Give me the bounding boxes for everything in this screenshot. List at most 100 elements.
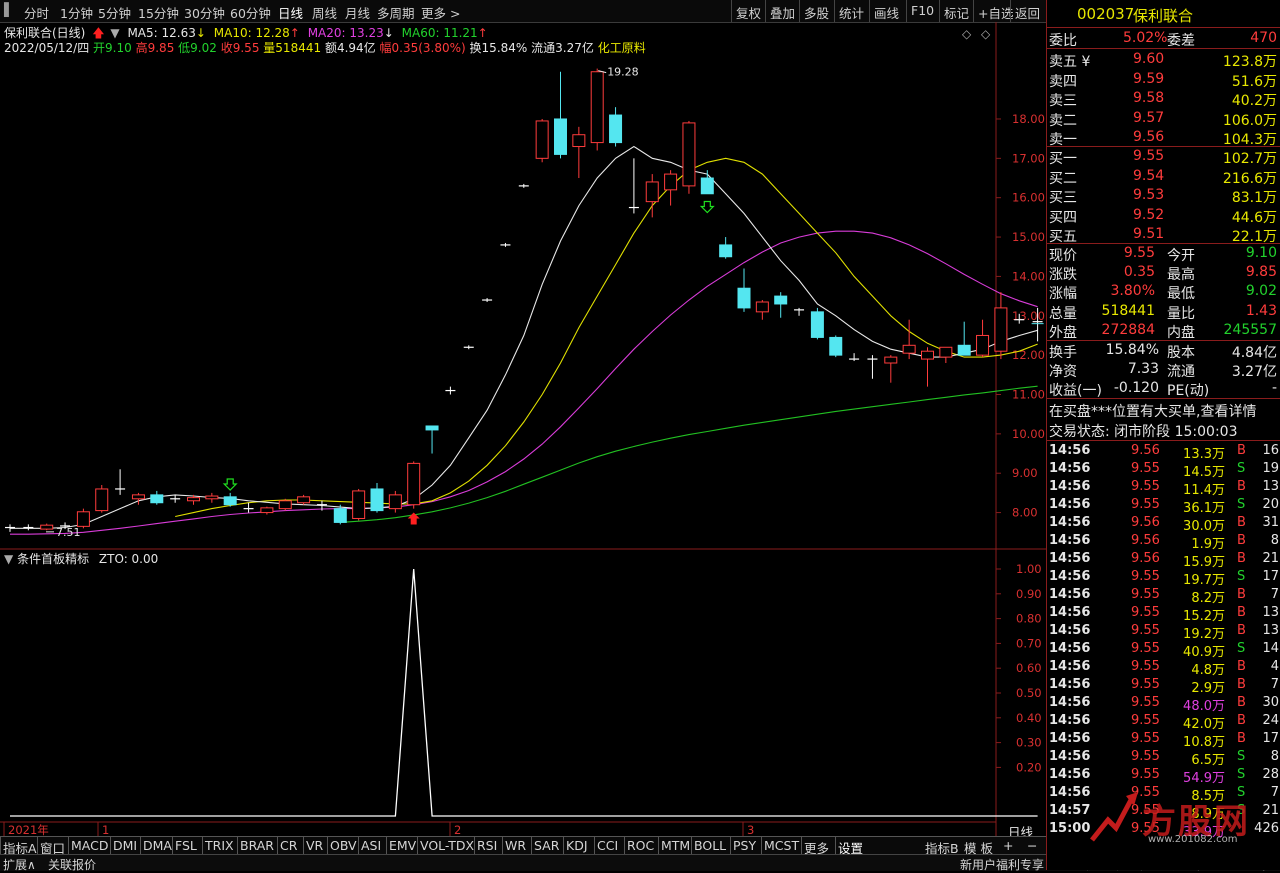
candle-up[interactable] [921,350,934,360]
candle-up[interactable] [76,511,90,527]
indicator-tab-18[interactable]: CCI [597,838,618,853]
tick-row: 14:56 9.55 8.2万 B 7 [1047,586,1280,606]
candle-up[interactable] [902,344,916,354]
promo-link[interactable]: 新用户福利专享 [960,856,1044,873]
candle-down[interactable] [554,118,567,155]
tab-divider [386,837,387,855]
candle-down[interactable] [774,295,788,305]
sub-tick-label: 0.80 [1016,612,1042,626]
indicator-right-tab-3[interactable]: − [1027,838,1037,853]
candle-down[interactable] [737,287,751,309]
indicator-tab-4[interactable]: DMA [143,838,172,853]
indicator-tab-2[interactable]: MACD [71,838,108,853]
tick-count: 16 [1262,443,1279,458]
tab-divider [531,837,532,855]
tick-count: 7 [1270,587,1279,602]
candle-up[interactable] [535,120,549,159]
candle-up[interactable] [297,496,311,504]
big-order-notice[interactable]: 在买盘***位置有大买单,查看详情 [1047,400,1280,420]
candle-up[interactable] [260,507,274,514]
signal-down-arrow-icon [222,478,238,491]
indicator-tab-8[interactable]: CR [280,838,297,853]
indicator-tab-11[interactable]: ASI [361,838,381,853]
candle-down[interactable] [829,336,843,356]
candle-down[interactable] [609,114,623,144]
tick-count: 4 [1270,659,1279,674]
candle-up[interactable] [131,494,145,500]
indicator-tab-5[interactable]: FSL [175,838,197,853]
tick-time: 14:56 [1049,659,1091,674]
tick-count: 21 [1262,551,1279,566]
candle-down[interactable] [810,311,824,338]
indicator-tab-3[interactable]: DMI [113,838,137,853]
expand-button[interactable]: 扩展∧ [3,856,36,873]
tab-divider [594,837,595,855]
candle-up[interactable] [682,122,696,187]
tick-time: 14:56 [1049,767,1091,782]
tick-price: 9.55 [1131,677,1160,692]
candle-down[interactable] [150,494,164,504]
candle-up[interactable] [40,524,54,530]
candle-up[interactable] [884,356,898,364]
tick-price: 9.55 [1131,497,1160,512]
candle-up[interactable] [590,71,604,144]
indicator-tab-12[interactable]: EMV [389,838,416,853]
candle-down[interactable] [333,508,347,523]
diamond-icon[interactable]: ◇ [962,27,972,41]
candle-up[interactable] [278,500,292,510]
candle-up[interactable] [187,497,200,502]
ask-volume: 40.2万 [1231,93,1277,109]
indicator-tab-20[interactable]: MTM [661,838,690,853]
indicator-tab-21[interactable]: BOLL [694,838,726,853]
price-tick-label: 17.00 [1012,151,1045,165]
indicator-right-tab-2[interactable]: + [1003,838,1013,853]
indicator-tab-22[interactable]: PSY [733,838,756,853]
candle-up[interactable] [939,346,953,358]
related-quotes-button[interactable]: 关联报价 [48,856,96,873]
candle-up[interactable] [352,490,366,519]
tick-row: 14:56 9.55 4.8万 B 4 [1047,658,1280,678]
tick-direction: B [1237,677,1246,692]
candle-down[interactable] [223,496,237,506]
tick-row: 14:56 9.55 19.2万 B 13 [1047,622,1280,642]
indicator-tab-7[interactable]: BRAR [240,838,274,853]
candle-down[interactable] [425,425,439,431]
kline-chart[interactable]: 18.0017.0016.0015.0014.0013.0012.0011.00… [0,0,1046,836]
candle-up[interactable] [388,494,402,510]
ask-row: 卖一 9.56 104.3万 [1047,128,1280,148]
sub-indicator-title[interactable]: 条件首板精标 [17,552,89,566]
candle-up[interactable] [664,173,678,191]
signal-down-arrow-icon [699,200,715,214]
settings-diamond-icon[interactable]: ◇ [981,27,991,41]
candle-down[interactable] [957,344,971,356]
candle-up[interactable] [205,495,219,500]
indicator-tab-10[interactable]: OBV [330,838,357,853]
indicator-tab-14[interactable]: RSI [477,838,497,853]
candle-down[interactable] [719,244,733,258]
tick-count: 17 [1262,731,1279,746]
candle-up[interactable] [95,488,109,512]
indicator-tab-6[interactable]: TRIX [205,838,234,853]
indicator-tab-13[interactable]: VOL-TDX [420,838,474,853]
indicator-tab-9[interactable]: VR [306,838,323,853]
indicator-tab-15[interactable]: WR [505,838,526,853]
tick-direction: B [1237,731,1246,746]
indicator-tab-17[interactable]: KDJ [566,838,588,853]
indicator-tab-23[interactable]: MCST [764,838,799,853]
ask-volume: 106.0万 [1222,112,1277,129]
candle-up[interactable] [976,334,990,356]
candle-down[interactable] [700,177,714,195]
candle-up[interactable] [994,307,1008,352]
tick-time: 14:56 [1049,551,1091,566]
tick-price: 9.55 [1131,695,1160,710]
indicator-tab-16[interactable]: SAR [534,838,559,853]
tick-price: 9.56 [1131,533,1160,548]
candle-up[interactable] [755,301,769,313]
candle-up[interactable] [645,181,659,203]
candle-up[interactable] [407,462,421,506]
tab-divider [624,837,625,855]
candle-up[interactable] [572,134,586,148]
sub-toggle-icon[interactable]: ▼ [4,552,13,566]
indicator-tab-19[interactable]: ROC [627,838,654,853]
candle-down[interactable] [370,488,384,512]
